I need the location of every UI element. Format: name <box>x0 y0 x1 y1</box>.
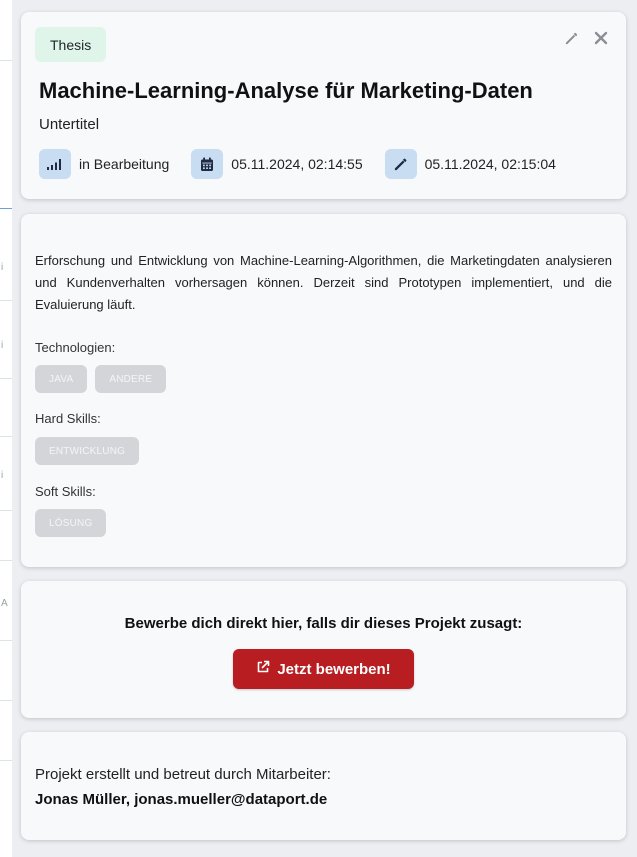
project-description-card: Erforschung und Entwicklung von Machine-… <box>21 214 626 567</box>
project-status: in Bearbeitung <box>79 156 170 172</box>
project-title: Machine-Learning-Analyse für Marketing-D… <box>39 78 533 103</box>
technologies-chips: JAVA ANDERE <box>35 365 167 393</box>
pencil-icon <box>384 149 417 179</box>
apply-prompt: Bewerbe dich direkt hier, falls dir dies… <box>124 615 523 632</box>
close-icon[interactable] <box>592 29 610 47</box>
contact-person: Jonas Müller, jonas.mueller@dataport.de <box>35 791 328 808</box>
pencil-icon[interactable] <box>562 29 580 47</box>
project-detail-panel: Thesis Machine-Learning-Analyse für Mark… <box>12 0 637 857</box>
signal-bars-icon <box>39 149 71 179</box>
calendar-icon <box>191 149 224 179</box>
contact-intro: Projekt erstellt und betreut durch Mitar… <box>35 766 331 783</box>
hard-skills-label: Hard Skills: <box>35 411 101 426</box>
technology-chip: JAVA <box>35 365 88 393</box>
header-actions <box>562 29 610 47</box>
project-updated-date: 05.11.2024, 02:15:04 <box>424 156 556 172</box>
hard-skills-chips: ENTWICKLUNG <box>35 437 140 465</box>
status-meta: in Bearbeitung <box>39 149 169 179</box>
project-description: Erforschung und Entwicklung von Machine-… <box>35 253 612 312</box>
apply-card: Bewerbe dich direkt hier, falls dir dies… <box>21 581 626 718</box>
external-link-icon <box>256 660 270 678</box>
created-meta: 05.11.2024, 02:14:55 <box>191 149 363 179</box>
technologies-label: Technologien: <box>35 340 116 355</box>
project-created-date: 05.11.2024, 02:14:55 <box>231 156 363 172</box>
hard-skill-chip: ENTWICKLUNG <box>35 437 140 465</box>
apply-button-label: Jetzt bewerben! <box>277 660 391 678</box>
updated-meta: 05.11.2024, 02:15:04 <box>384 149 556 179</box>
soft-skills-chips: LÖSUNG <box>35 509 107 537</box>
soft-skills-label: Soft Skills: <box>35 484 96 499</box>
apply-button[interactable]: Jetzt bewerben! <box>233 649 414 689</box>
technology-chip: ANDERE <box>95 365 167 393</box>
contact-card: Projekt erstellt und betreut durch Mitar… <box>21 732 626 840</box>
project-meta-row: in Bearbeitung 05.11.2024, 02:14:55 05.1… <box>39 149 578 179</box>
project-type-badge: Thesis <box>35 27 107 62</box>
project-header-card: Thesis Machine-Learning-Analyse für Mark… <box>21 12 626 199</box>
project-subtitle: Untertitel <box>39 116 100 133</box>
soft-skill-chip: LÖSUNG <box>35 509 107 537</box>
